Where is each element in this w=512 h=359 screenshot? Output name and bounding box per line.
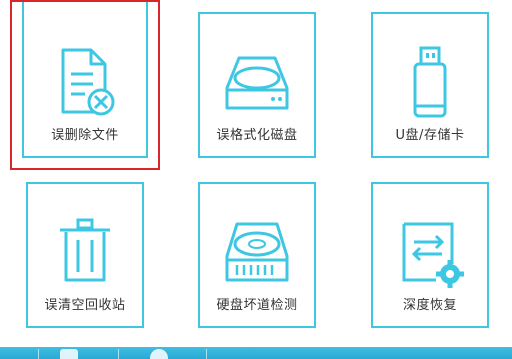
- tile-label: 误清空回收站: [44, 298, 126, 313]
- usb-drive-icon: [405, 32, 455, 126]
- tile-label: 误删除文件: [51, 128, 119, 143]
- tile-deep-recovery[interactable]: 深度恢复: [371, 182, 489, 328]
- hard-drive-icon: [217, 32, 297, 122]
- document-delete-icon: [49, 20, 121, 122]
- toolbar-separator: [206, 349, 207, 359]
- tile-formatted-disk[interactable]: 误格式化磁盘: [198, 12, 316, 158]
- tile-usb-card[interactable]: U盘/存储卡: [371, 12, 489, 158]
- toolbar-separator: [38, 349, 39, 359]
- bottom-toolbar: [0, 347, 512, 359]
- trash-bin-icon: [50, 202, 120, 292]
- toolbar-icon[interactable]: [150, 349, 168, 359]
- toolbar-icon[interactable]: [60, 349, 78, 359]
- toolbar-separator: [118, 349, 119, 359]
- deep-recovery-icon: [390, 202, 470, 294]
- tile-emptied-recycle-bin[interactable]: 误清空回收站: [26, 182, 144, 328]
- tile-bad-sector-check[interactable]: 硬盘坏道检测: [198, 182, 316, 328]
- tile-label: U盘/存储卡: [395, 128, 465, 143]
- tile-label: 误格式化磁盘: [216, 128, 298, 143]
- tile-deleted-files[interactable]: 误删除文件: [22, 0, 148, 158]
- tile-label: 深度恢复: [402, 298, 457, 313]
- bad-sector-drive-icon: [217, 202, 297, 294]
- tile-label: 硬盘坏道检测: [216, 298, 298, 313]
